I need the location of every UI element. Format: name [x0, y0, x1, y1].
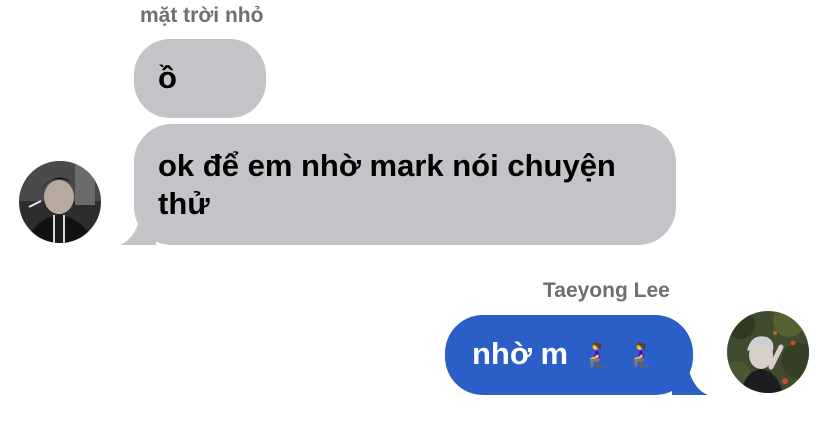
sent-bubble-tail — [672, 356, 708, 395]
received-sender-avatar[interactable] — [19, 161, 101, 243]
received-message-text-2: ok để em nhờ mark nói chuyện thử — [158, 148, 616, 221]
kneeling-woman-emoji: 🧎‍♀️ — [582, 341, 612, 369]
sent-sender-name: Taeyong Lee — [543, 279, 670, 302]
received-message-text-1: ồ — [158, 60, 177, 95]
received-sender-name: mặt trời nhỏ — [140, 4, 264, 27]
received-message-bubble-2[interactable]: ok để em nhờ mark nói chuyện thử — [134, 124, 676, 245]
sent-message-bubble[interactable]: nhờ m 🧎‍♀️ 🧎‍♀️ — [445, 315, 693, 395]
received-bubble-tail — [120, 206, 156, 245]
received-message-bubble-1[interactable]: ồ — [134, 39, 266, 118]
sent-message-text: nhờ m — [472, 336, 569, 371]
kneeling-woman-emoji: 🧎‍♀️ — [625, 341, 656, 369]
sent-sender-avatar[interactable] — [727, 311, 809, 393]
